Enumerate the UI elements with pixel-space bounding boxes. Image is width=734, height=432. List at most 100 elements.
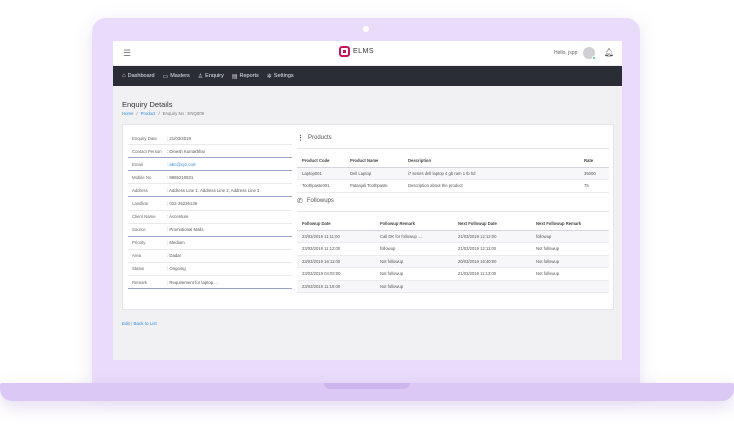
breadcrumb-item: / xyxy=(158,111,160,116)
nav-label: Dashboard xyxy=(127,73,155,79)
gear-icon: ✲ xyxy=(266,73,272,80)
table-row[interactable]: 23/03/2019 11:19:00 Not followup xyxy=(297,280,609,293)
info-value: : Accenture xyxy=(167,214,189,220)
info-value[interactable]: : abc@xyz.com xyxy=(164,162,196,167)
elms-logo-icon xyxy=(339,46,350,57)
info-value: : 21/03/2019 xyxy=(167,135,191,141)
info-row: Area : Dadar xyxy=(128,250,292,263)
breadcrumb: Home / Product / Enquiry No : ENQ009 xyxy=(122,111,204,116)
info-row: Enquiry Date : 21/03/2019 xyxy=(128,132,292,146)
divider xyxy=(297,148,609,149)
phone-icon: ✆ xyxy=(297,198,303,205)
app-logo[interactable]: ELMS xyxy=(339,46,374,57)
edit-link[interactable]: Edit xyxy=(122,321,130,326)
table-cell: Call DK for followup .... xyxy=(375,230,453,243)
info-row: Status: Ongoing xyxy=(128,263,292,277)
table-cell: Dell Laptop xyxy=(345,167,403,180)
info-value: : Dinesh Kumarbhai xyxy=(167,148,205,154)
breadcrumb-link[interactable]: Product xyxy=(141,111,156,116)
table-cell: i7 series dell laptop 4 gb ram 1 tb hd xyxy=(403,167,579,180)
table-cell: Toothpaste001 xyxy=(297,179,345,193)
info-row: Source : Promotional Mails xyxy=(128,224,292,237)
nav-item-dashboard[interactable]: ⌂ Dashboard xyxy=(122,73,155,79)
main-nav: ⌂ Dashboard ▭ Masters ♙ Enquiry ▤ Reports ✲ Setti… xyxy=(113,66,622,86)
info-value: : Dadar xyxy=(167,253,182,259)
column-header: Rate xyxy=(579,155,609,168)
nav-label: Masters xyxy=(170,73,190,79)
column-header: Followup Remark xyxy=(375,218,453,231)
monitor-icon: ▭ xyxy=(162,73,169,80)
footer-links: Edit | Back to List xyxy=(122,321,157,326)
table-cell xyxy=(531,280,609,293)
table-row[interactable]: 23/03/2019 11:12:00 followup 21/03/2019 12… xyxy=(297,242,609,256)
bell-icon[interactable]: 🔔︎ xyxy=(604,48,614,57)
breadcrumb-item: / xyxy=(136,111,138,116)
column-header: Description xyxy=(403,155,579,168)
home-icon: ⌂ xyxy=(122,73,126,79)
report-icon: ▤ xyxy=(231,73,238,80)
info-label: Mobile No xyxy=(132,174,152,180)
laptop-notch xyxy=(324,383,410,389)
laptop-mockup: ☰ ELMS Hello, jspp 🔔︎ ⌂ Dashboard ▭ Masters… xyxy=(0,0,734,432)
table-cell: 23/03/2019 16:11:00 xyxy=(297,255,375,268)
table-cell: 35000 xyxy=(579,167,609,180)
column-header: Followup Date xyxy=(297,218,375,231)
nav-label: Enquiry xyxy=(205,73,224,79)
table-row[interactable]: 23/03/2019 04:03:00 Not followup 21/03/201… xyxy=(297,267,609,281)
info-label: Area xyxy=(132,253,142,259)
greeting-text: Hello, jspp xyxy=(554,50,578,56)
info-value: : Medium xyxy=(167,240,185,246)
camera-dot xyxy=(363,26,369,32)
table-row[interactable]: 23/03/2019 11:11:00 Call DK for followup … xyxy=(297,230,609,243)
app-screen: ☰ ELMS Hello, jspp 🔔︎ ⌂ Dashboard ▭ Masters… xyxy=(113,41,622,360)
table-cell: Description about the product xyxy=(403,179,579,193)
table-cell xyxy=(453,280,531,293)
page-title: Enquiry Details xyxy=(122,100,173,109)
divider xyxy=(297,211,609,212)
table-cell: 75 xyxy=(579,179,609,193)
hamburger-menu-icon[interactable]: ☰ xyxy=(123,49,131,58)
info-row: Landline: 022-26236136 xyxy=(128,197,292,211)
column-header: Product Name xyxy=(345,155,403,168)
info-label: Client Name xyxy=(132,214,156,220)
breadcrumb-link[interactable]: Home xyxy=(122,111,133,116)
nav-item-masters[interactable]: ▭ Masters xyxy=(163,73,190,80)
table-cell: Not followup xyxy=(375,255,453,268)
info-label: Landline xyxy=(132,201,149,207)
nav-label: Settings xyxy=(273,73,294,79)
products-title: Products xyxy=(308,135,332,141)
back-to-list-link[interactable]: Back to List xyxy=(133,321,156,326)
table-row[interactable]: 23/03/2019 16:11:00 Not followup 20/03/201… xyxy=(297,255,609,268)
info-value: : Promotional Mails xyxy=(167,227,204,233)
nav-item-reports[interactable]: ▤ Reports xyxy=(232,73,259,80)
table-cell: Not followup xyxy=(531,267,609,281)
table-cell: 23/03/2019 04:03:00 xyxy=(297,267,375,281)
info-label: Address xyxy=(132,187,148,193)
user-icon: ♙ xyxy=(197,73,204,80)
table-cell: 23/03/2019 11:12:00 xyxy=(297,242,375,256)
table-cell: 21/03/2019 12:12:00 xyxy=(453,230,531,243)
breadcrumb-item: Enquiry No : ENQ009 xyxy=(162,111,205,116)
table-cell: 20/03/2019 16:40:00 xyxy=(453,255,531,268)
online-status-dot xyxy=(592,56,596,60)
column-header: Product Code xyxy=(297,155,345,168)
enquiry-info-list: Enquiry Date : 21/03/2019 Contact Person: … xyxy=(128,132,292,290)
info-row: Address: Address Line 1, Address Line 2,… xyxy=(128,184,292,198)
nav-item-settings[interactable]: ✲ Settings xyxy=(267,73,294,80)
info-label: Source xyxy=(132,227,146,233)
nav-item-enquiry[interactable]: ♙ Enquiry xyxy=(198,73,224,80)
app-name: ELMS xyxy=(353,48,375,55)
table-row[interactable]: Toothpaste001 Patanjali Toothpaste Descrip… xyxy=(297,179,609,193)
info-row: Mobile No: 9865210831 xyxy=(128,171,292,185)
column-header: Next Followup Remark xyxy=(531,218,609,231)
info-value: : Ongoing xyxy=(167,266,186,272)
table-cell: Not followup xyxy=(531,255,609,268)
info-row: Client Name : Accenture xyxy=(128,211,292,224)
info-row: Contact Person: Dinesh Kumarbhai xyxy=(128,145,292,159)
table-cell: followup xyxy=(375,242,453,256)
info-label: Priority xyxy=(132,240,146,246)
table-row[interactable]: Laptop001 Dell Laptop i7 series dell lapto… xyxy=(297,167,609,180)
info-label: Enquiry Date xyxy=(132,135,157,141)
table-cell: followup xyxy=(531,230,609,243)
info-row: Remark: Requirement for laptop.... xyxy=(128,276,292,290)
